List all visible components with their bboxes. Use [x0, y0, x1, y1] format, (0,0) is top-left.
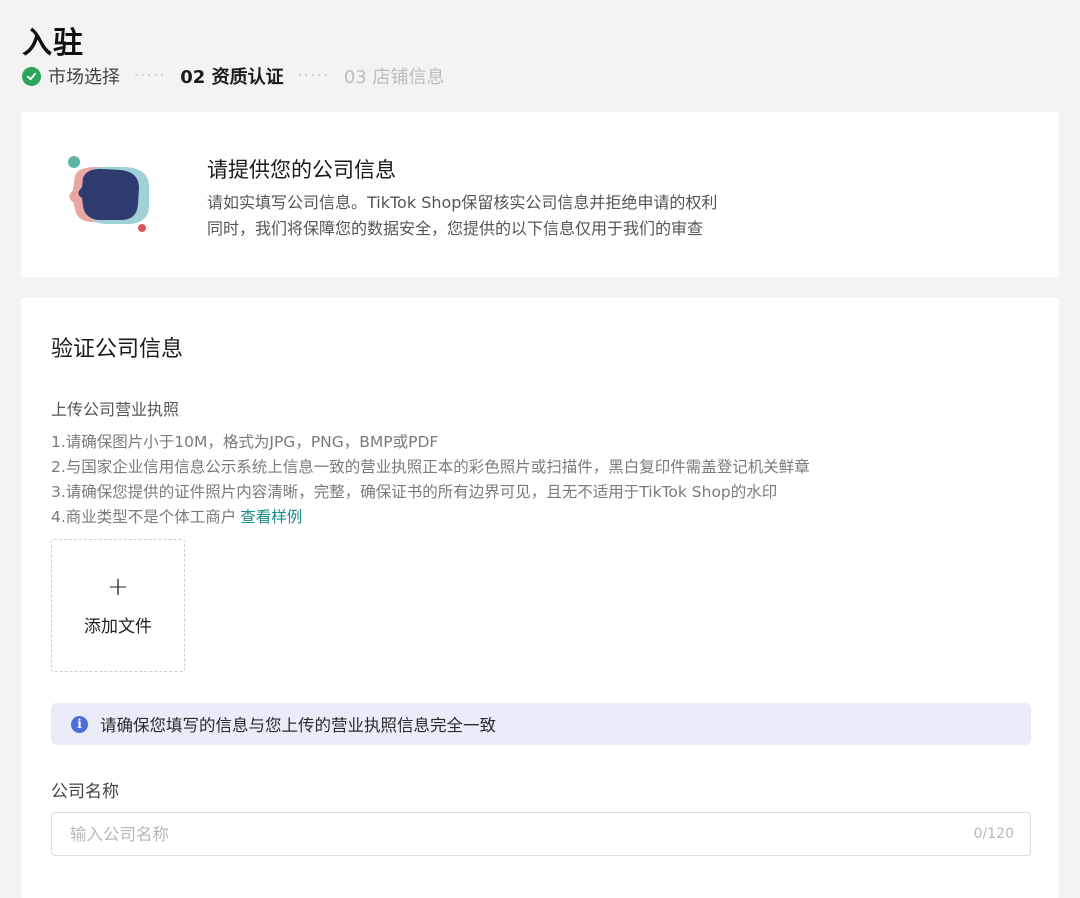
profile-illustration-icon [68, 156, 149, 232]
requirements-list: 1.请确保图片小于10M，格式为JPG，PNG，BMP或PDF 2.与国家企业信… [51, 430, 810, 530]
add-file-label: 添加文件 [84, 617, 152, 637]
requirement-item: 2.与国家企业信用信息公示系统上信息一致的营业执照正本的彩色照片或扫描件，黑白复… [51, 458, 810, 476]
step-separator: ····· [134, 68, 167, 84]
requirement-item: 1.请确保图片小于10M，格式为JPG，PNG，BMP或PDF [51, 433, 439, 451]
step-label: 02 资质认证 [180, 67, 284, 88]
requirement-item: 3.请确保您提供的证件照片内容清晰，完整，确保证书的所有边界可见，且无不适用于T… [51, 483, 778, 501]
info-notice: i 请确保您填写的信息与您上传的营业执照信息完全一致 [51, 703, 1031, 745]
plus-icon: + [107, 572, 129, 602]
company-verification-card: 验证公司信息 上传公司营业执照 1.请确保图片小于10M，格式为JPG，PNG，… [21, 298, 1059, 898]
step-market-selection[interactable]: 市场选择 [22, 63, 120, 89]
intro-description: 请如实填写公司信息。TikTok Shop保留核实公司信息并拒绝申请的权利 [207, 193, 718, 212]
company-name-label: 公司名称 [51, 782, 119, 802]
upload-label: 上传公司营业执照 [51, 400, 180, 419]
step-separator: ····· [297, 68, 330, 84]
company-name-input[interactable] [68, 823, 948, 845]
notice-text: 请确保您填写的信息与您上传的营业执照信息完全一致 [100, 716, 496, 735]
info-icon: i [71, 715, 88, 733]
progress-steps: 市场选择 ····· 02 资质认证 ····· 03 店铺信息 [22, 62, 445, 90]
step-qualification: 02 资质认证 [180, 63, 283, 89]
company-name-field: 0/120 [51, 812, 1031, 856]
intro-title: 请提供您的公司信息 [207, 158, 396, 182]
intro-description: 同时，我们将保障您的数据安全，您提供的以下信息仅用于我们的审查 [207, 219, 704, 238]
view-sample-link[interactable]: 查看样例 [240, 508, 302, 526]
requirement-item: 4.商业类型不是个体工商户 [51, 508, 237, 526]
step-label: 市场选择 [48, 67, 120, 88]
section-title: 验证公司信息 [51, 337, 184, 362]
add-file-button[interactable]: + 添加文件 [51, 539, 185, 672]
requirement-item-with-link: 4.商业类型不是个体工商户 查看样例 [51, 505, 810, 530]
char-counter: 0/120 [973, 826, 1014, 842]
step-store-info: 03 店铺信息 [344, 63, 445, 89]
step-label: 03 店铺信息 [343, 67, 445, 88]
page-title: 入驻 [22, 26, 84, 61]
intro-card: 请提供您的公司信息 请如实填写公司信息。TikTok Shop保留核实公司信息并… [21, 112, 1059, 277]
check-circle-icon [22, 66, 41, 86]
